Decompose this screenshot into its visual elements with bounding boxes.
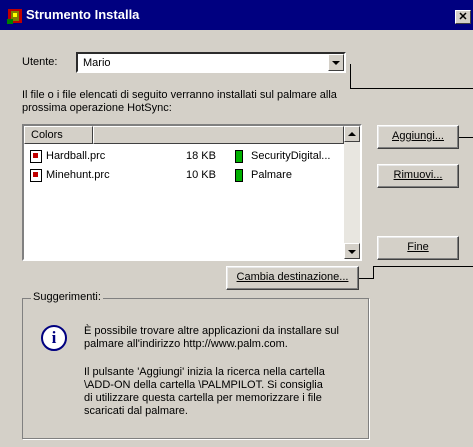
list-header: Colors: [24, 126, 344, 144]
chevron-down-icon: [348, 250, 356, 254]
chevron-down-icon: [332, 61, 340, 65]
install-description-line2: prossima operazione HotSync:: [22, 102, 172, 114]
handheld-icon: [235, 169, 243, 182]
user-dropdown[interactable]: Mario: [76, 52, 346, 73]
scroll-down-button[interactable]: [344, 243, 360, 259]
install-description-line1: Il file o i file elencati di seguito ver…: [22, 89, 337, 101]
tip-text: \ADD-ON della cartella \PALMPILOT. Si co…: [84, 379, 323, 391]
file-size: 10 KB: [186, 169, 216, 181]
file-destination: SecurityDigital...: [251, 150, 331, 162]
callout-line: [359, 278, 373, 279]
done-button[interactable]: Fine: [377, 236, 459, 260]
close-icon: ✕: [458, 11, 468, 23]
tip-text: di utilizzare questa cartella per memori…: [84, 392, 322, 404]
tip-text: È possibile trovare altre applicazioni d…: [84, 325, 339, 337]
user-value: Mario: [83, 57, 111, 69]
file-list[interactable]: Colors Hardball.prc 18 KB SecurityDigita…: [22, 124, 362, 261]
close-button[interactable]: ✕: [455, 10, 471, 24]
callout-line: [373, 266, 473, 267]
tips-group: Suggerimenti: i È possibile trovare altr…: [22, 291, 369, 439]
chevron-up-icon: [348, 132, 356, 136]
remove-button[interactable]: Rimuovi...: [377, 164, 459, 188]
title-bar[interactable]: Strumento Installa ✕: [0, 0, 473, 30]
column-header-blank[interactable]: [93, 126, 344, 144]
file-name: Minehunt.prc: [46, 169, 110, 181]
scroll-up-button[interactable]: [344, 126, 360, 142]
storage-card-icon: [235, 150, 243, 163]
file-destination: Palmare: [251, 169, 292, 181]
tip-text: Il pulsante 'Aggiungi' inizia la ricerca…: [84, 366, 325, 378]
prc-file-icon: [30, 169, 42, 182]
list-item[interactable]: Hardball.prc 18 KB SecurityDigital...: [26, 147, 344, 167]
callout-line: [373, 266, 374, 279]
palm-install-icon: [7, 9, 22, 24]
callout-line: [350, 64, 351, 89]
callout-line: [459, 137, 473, 138]
user-dropdown-button[interactable]: [328, 54, 344, 71]
window-title: Strumento Installa: [26, 7, 140, 22]
column-header-colors[interactable]: Colors: [24, 126, 93, 144]
callout-line: [350, 88, 473, 89]
vertical-scrollbar[interactable]: [344, 126, 360, 259]
tip-text: scaricati dal palmare.: [84, 405, 188, 417]
tip-text: palmare all'indirizzo http://www.palm.co…: [84, 338, 288, 350]
info-icon: i: [41, 325, 67, 351]
add-button[interactable]: Aggiungi...: [377, 125, 459, 149]
install-tool-window: Strumento Installa ✕ Utente: Mario Il fi…: [0, 0, 473, 447]
file-name: Hardball.prc: [46, 150, 106, 162]
change-destination-button[interactable]: Cambia destinazione...: [226, 266, 359, 290]
user-label: Utente:: [22, 56, 58, 68]
file-size: 18 KB: [186, 150, 216, 162]
list-item[interactable]: Minehunt.prc 10 KB Palmare: [26, 166, 344, 186]
tips-title: Suggerimenti:: [31, 291, 103, 303]
prc-file-icon: [30, 150, 42, 163]
